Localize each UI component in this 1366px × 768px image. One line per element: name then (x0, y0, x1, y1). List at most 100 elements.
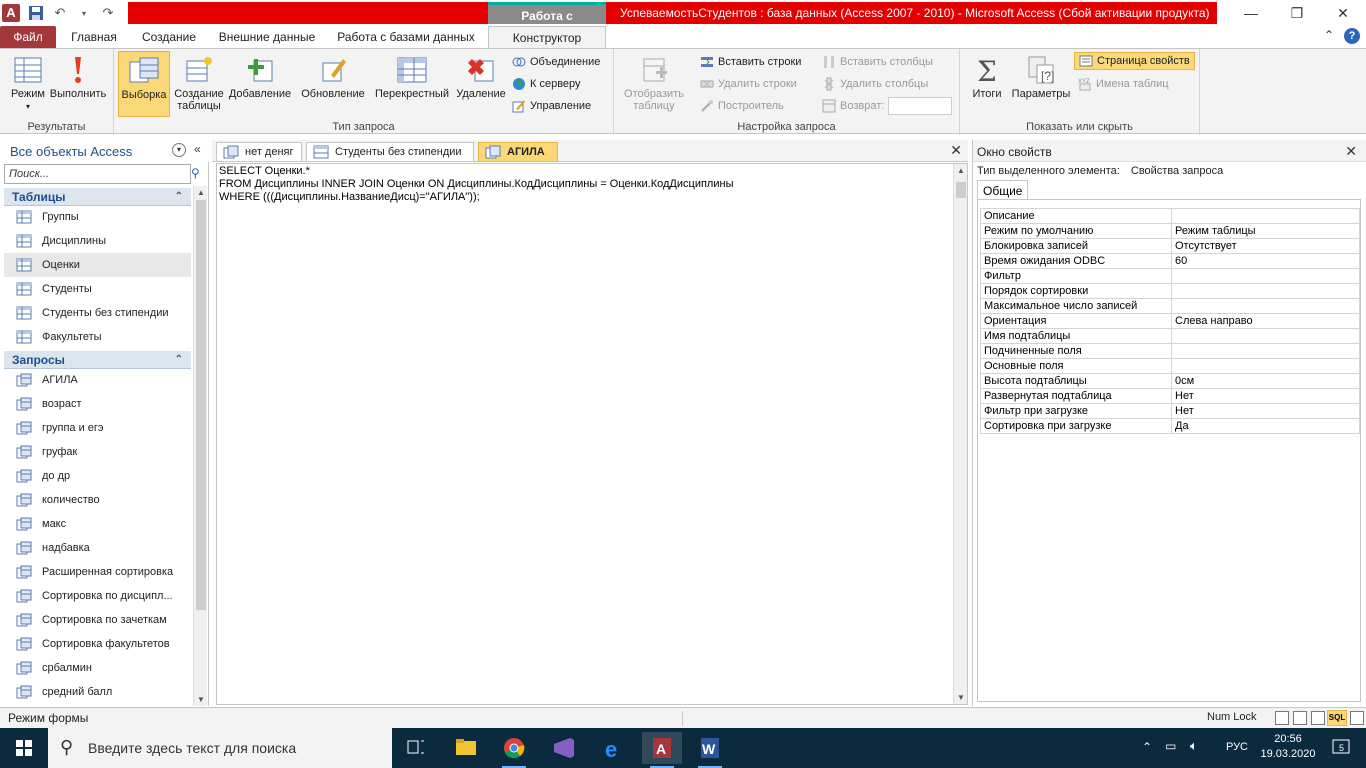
maximize-button[interactable]: ❐ (1274, 0, 1320, 26)
nav-table-item[interactable]: Группы (4, 205, 191, 229)
volume-icon[interactable]: 🔈︎ (1190, 738, 1198, 754)
property-row[interactable]: Фильтр при загрузке Нет (980, 403, 1360, 419)
property-row[interactable]: Время ожидания ODBC 60 (980, 253, 1360, 269)
property-row[interactable]: Фильтр (980, 268, 1360, 284)
pivottable-view-icon[interactable] (1293, 711, 1307, 725)
data-definition-button[interactable]: Управление (512, 97, 591, 115)
property-row[interactable]: Максимальное число записей (980, 298, 1360, 314)
property-value[interactable]: Нет (1171, 388, 1360, 404)
property-value[interactable] (1171, 268, 1360, 284)
access-icon[interactable]: A (642, 732, 682, 768)
property-value[interactable] (1171, 358, 1360, 374)
scroll-up-arrow-icon[interactable]: ▲ (197, 188, 205, 197)
make-table-button[interactable]: Создание таблицы (172, 51, 226, 117)
close-window-button[interactable]: ✕ (1320, 0, 1366, 26)
nav-menu-chevron-icon[interactable]: ▾ (172, 143, 186, 157)
nav-query-item[interactable]: србалмин (4, 656, 191, 680)
nav-table-item[interactable]: Факультеты (4, 325, 191, 349)
nav-section-tables[interactable]: Таблицы ⌃ (4, 188, 191, 206)
editor-scroll-thumb[interactable] (956, 182, 966, 198)
nav-query-item[interactable]: Сортировка факультетов (4, 632, 191, 656)
property-value[interactable]: Отсутствует (1171, 238, 1360, 254)
nav-query-item[interactable]: до др (4, 464, 191, 488)
file-explorer-icon[interactable] (446, 732, 486, 764)
show-table-button[interactable]: Отобразить таблицу (618, 51, 690, 117)
property-value[interactable] (1171, 298, 1360, 314)
tab-create[interactable]: Создание (134, 26, 204, 48)
table-names-button[interactable]: XYZ Имена таблиц (1078, 75, 1169, 93)
edge-icon[interactable]: e (594, 732, 634, 764)
redo-icon[interactable]: ↷ (100, 5, 116, 21)
start-button[interactable] (0, 728, 48, 768)
notification-center-icon[interactable]: 5 (1330, 736, 1352, 758)
close-icon[interactable]: ✕ (1345, 143, 1357, 160)
property-row[interactable]: Развернутая подтаблица Нет (980, 388, 1360, 404)
nav-query-item[interactable]: Расширенная сортировка (4, 560, 191, 584)
union-button[interactable]: Объединение (512, 53, 600, 71)
nav-query-item[interactable]: группа и егэ (4, 416, 191, 440)
sql-text[interactable]: SELECT Оценки.* FROM Дисциплины INNER JOI… (219, 165, 733, 204)
nav-table-item[interactable]: Дисциплины (4, 229, 191, 253)
datasheet-view-icon[interactable] (1275, 711, 1289, 725)
undo-dropdown-icon[interactable]: ▾ (76, 9, 92, 18)
property-value[interactable] (1171, 328, 1360, 344)
nav-collapse-icon[interactable]: « (194, 142, 201, 156)
nav-query-item[interactable]: количество (4, 488, 191, 512)
property-row[interactable]: Имя подтаблицы (980, 328, 1360, 344)
design-view-icon[interactable] (1350, 711, 1364, 725)
property-value[interactable] (1171, 208, 1360, 224)
nav-scroll-thumb[interactable] (196, 200, 206, 610)
property-row[interactable]: Порядок сортировки (980, 283, 1360, 299)
sql-view-button[interactable]: SQL (1327, 710, 1347, 726)
append-button[interactable]: Добавление (228, 51, 292, 117)
doc-tab-1[interactable]: Студенты без стипендии (306, 142, 474, 162)
tab-general[interactable]: Общие (977, 180, 1029, 200)
property-value[interactable]: Да (1171, 418, 1360, 434)
show-hidden-icons-icon[interactable]: ⌃ (1142, 740, 1152, 754)
clock[interactable]: 20:56 19.03.2020 (1258, 732, 1318, 762)
nav-query-item[interactable]: возраст (4, 392, 191, 416)
property-value[interactable]: 0см (1171, 373, 1360, 389)
property-value[interactable]: Нет (1171, 403, 1360, 419)
nav-table-item[interactable]: Оценки (4, 253, 191, 277)
insert-rows-button[interactable]: Вставить строки (700, 53, 801, 71)
builder-button[interactable]: Построитель (700, 97, 784, 115)
nav-section-queries[interactable]: Запросы ⌃ (4, 351, 191, 369)
section-collapse-icon[interactable]: ⌃ (175, 188, 183, 206)
property-value[interactable]: Слева направо (1171, 313, 1360, 329)
parameters-button[interactable]: [?] Параметры (1010, 51, 1072, 117)
return-combobox[interactable] (888, 97, 953, 115)
section-collapse-icon[interactable]: ⌃ (175, 351, 183, 369)
doc-tab-2[interactable]: АГИЛА (478, 142, 558, 162)
tab-design[interactable]: Конструктор (488, 26, 606, 48)
nav-table-item[interactable]: Студенты без стипендии (4, 301, 191, 325)
tab-database-tools[interactable]: Работа с базами данных (332, 26, 480, 48)
select-query-button[interactable]: Выборка (118, 51, 170, 117)
property-row[interactable]: Ориентация Слева направо (980, 313, 1360, 329)
nav-search-icon[interactable]: ⚲ (191, 166, 200, 180)
doc-tab-0[interactable]: нет деняг (216, 142, 302, 162)
scroll-down-arrow-icon[interactable]: ▼ (197, 695, 205, 704)
sql-editor[interactable]: SELECT Оценки.* FROM Дисциплины INNER JOI… (216, 163, 968, 705)
nav-scrollbar[interactable]: ▼ ▲ (193, 186, 207, 706)
scroll-up-arrow-icon[interactable]: ▲ (957, 166, 965, 175)
delete-query-button[interactable]: Удаление (454, 51, 508, 117)
update-button[interactable]: Обновление (298, 51, 368, 117)
delete-rows-button[interactable]: Удалить строки (700, 75, 797, 93)
run-button[interactable]: Выполнить (48, 51, 108, 117)
chrome-icon[interactable] (494, 732, 534, 768)
undo-icon[interactable]: ↶ (52, 5, 68, 21)
tab-external-data[interactable]: Внешние данные (212, 26, 322, 48)
help-icon[interactable]: ? (1344, 28, 1360, 44)
close-document-icon[interactable]: ✕ (950, 142, 962, 159)
property-value[interactable] (1171, 283, 1360, 299)
word-icon[interactable]: W (690, 732, 730, 768)
save-icon[interactable] (28, 5, 44, 21)
minimize-button[interactable]: — (1228, 0, 1274, 26)
property-row[interactable]: Основные поля (980, 358, 1360, 374)
taskbar-search-box[interactable]: ⚲ Введите здесь текст для поиска (48, 728, 392, 768)
delete-columns-button[interactable]: Удалить столбцы (822, 75, 928, 93)
property-row[interactable]: Высота подтаблицы 0см (980, 373, 1360, 389)
nav-query-item[interactable]: АГИЛА (4, 368, 191, 392)
pivotchart-view-icon[interactable] (1311, 711, 1325, 725)
